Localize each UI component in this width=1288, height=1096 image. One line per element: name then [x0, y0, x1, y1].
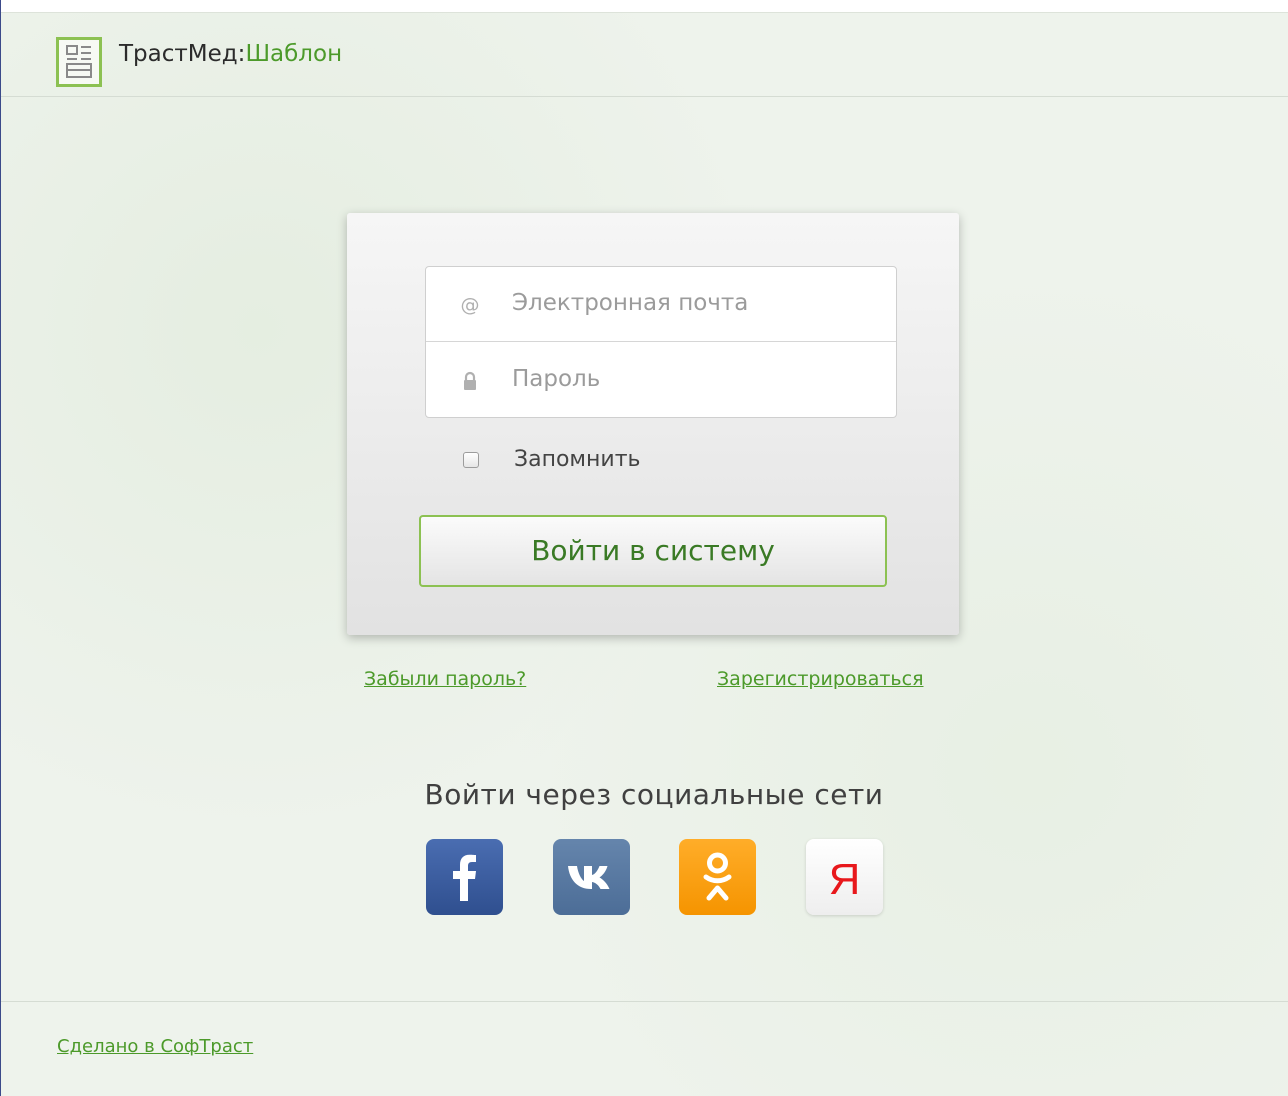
yandex-login-button[interactable]: Я	[806, 839, 883, 915]
facebook-icon	[453, 854, 476, 901]
brand-name: ТрастМед:	[119, 41, 246, 67]
email-row: @	[426, 267, 896, 342]
yandex-glyph: Я	[829, 855, 861, 904]
footer: Сделано в СофТраст	[1, 1001, 1288, 1096]
login-button[interactable]: Войти в систему	[419, 515, 887, 587]
credentials-group: @	[425, 266, 897, 418]
register-link[interactable]: Зарегистрироваться	[717, 668, 924, 690]
password-field[interactable]	[512, 361, 872, 397]
yandex-icon: Я	[829, 855, 861, 904]
facebook-login-button[interactable]	[426, 839, 503, 915]
remember-label[interactable]: Запомнить	[514, 447, 641, 472]
brand-accent: Шаблон	[245, 41, 343, 67]
login-card: @ Запомнить Войти в систему	[347, 213, 959, 635]
odnoklassniki-login-button[interactable]	[679, 839, 756, 915]
vk-login-button[interactable]	[553, 839, 630, 915]
lock-icon	[460, 370, 480, 392]
brand-title[interactable]: ТрастМед:Шаблон	[119, 41, 342, 67]
remember-checkbox[interactable]	[463, 452, 479, 468]
email-field[interactable]	[512, 285, 872, 321]
password-row	[426, 343, 896, 418]
login-page: ТрастМед:Шаблон @ Запомнить Войти	[0, 0, 1288, 1096]
made-by-link[interactable]: Сделано в СофТраст	[57, 1036, 253, 1057]
social-login-title: Войти через социальные сети	[424, 778, 884, 811]
odnoklassniki-icon	[703, 852, 732, 901]
document-layout-icon[interactable]	[56, 37, 102, 87]
header: ТрастМед:Шаблон	[1, 13, 1288, 97]
at-sign-icon: @	[460, 294, 480, 316]
forgot-password-link[interactable]: Забыли пароль?	[364, 668, 526, 690]
top-bar	[1, 0, 1288, 13]
vk-icon	[568, 866, 610, 889]
